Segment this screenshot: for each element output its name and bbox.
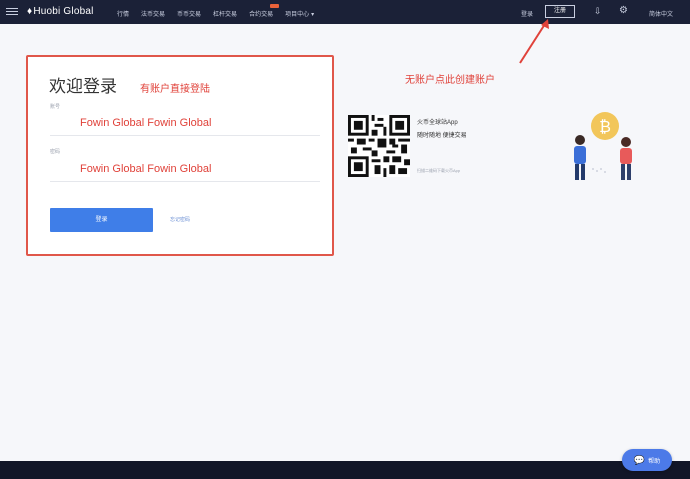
bitcoin-illustration: ₿ xyxy=(574,112,632,180)
main-nav: 行情 法币交易 币币交易 杠杆交易 合约交易 项目中心 ▾ xyxy=(117,4,314,18)
nav-item-market[interactable]: 行情 xyxy=(117,9,129,18)
login-title: 欢迎登录 xyxy=(49,77,117,96)
help-label: 帮助 xyxy=(648,458,661,465)
nav-item-projects[interactable]: 项目中心 ▾ xyxy=(285,9,314,18)
password-input-value: Fowin Global Fowin Global xyxy=(80,163,212,175)
qr-code xyxy=(348,115,410,177)
download-icon[interactable]: ⇩ xyxy=(594,6,602,17)
login-button[interactable]: 登录 xyxy=(50,208,153,232)
gear-icon[interactable]: ⚙ xyxy=(619,5,628,16)
hot-badge xyxy=(270,4,280,8)
nav-item-exchange[interactable]: 币币交易 xyxy=(177,9,201,18)
account-input[interactable]: Fowin Global Fowin Global xyxy=(50,112,320,136)
register-button[interactable]: 注册 xyxy=(545,5,575,18)
brand-name: Huobi Global xyxy=(33,6,94,17)
help-button[interactable]: 💬 帮助 xyxy=(622,449,672,471)
nav-item-contract-label: 合约交易 xyxy=(249,12,274,18)
svg-text:₿: ₿ xyxy=(599,117,611,136)
footer-bar xyxy=(0,461,690,479)
annotation-has-account: 有账户直接登陆 xyxy=(140,84,210,95)
chat-bubble-icon: 💬 xyxy=(633,454,646,465)
nav-login-link[interactable]: 登录 xyxy=(521,9,533,18)
nav-item-otc[interactable]: 法币交易 xyxy=(141,9,165,18)
huobi-logo-icon: ♦ xyxy=(27,6,33,17)
nav-item-contract[interactable]: 合约交易 xyxy=(249,4,280,18)
top-nav-bar: ♦Huobi Global 行情 法币交易 币币交易 杠杆交易 合约交易 项目中… xyxy=(0,0,690,24)
password-input[interactable]: Fowin Global Fowin Global xyxy=(50,158,320,182)
menu-icon[interactable] xyxy=(6,8,18,16)
chevron-down-icon: ▾ xyxy=(311,12,315,18)
app-subtitle: 随时随地 便捷交易 xyxy=(417,133,467,139)
nav-item-projects-label: 项目中心 xyxy=(285,12,310,18)
app-title: 火币全球站App xyxy=(417,120,458,126)
account-label: 账号 xyxy=(50,104,61,110)
brand-logo[interactable]: ♦Huobi Global xyxy=(27,6,94,17)
password-label: 密码 xyxy=(50,149,61,155)
app-download-hint: 扫描二维码下载火币App xyxy=(417,168,461,173)
nav-item-margin[interactable]: 杠杆交易 xyxy=(213,9,237,18)
annotation-create-account: 无账户点此创建账户 xyxy=(405,75,495,86)
account-input-value: Fowin Global Fowin Global xyxy=(80,117,212,129)
forgot-password-link[interactable]: 忘记密码 xyxy=(170,216,190,223)
language-selector[interactable]: 简体中文 xyxy=(649,9,673,18)
